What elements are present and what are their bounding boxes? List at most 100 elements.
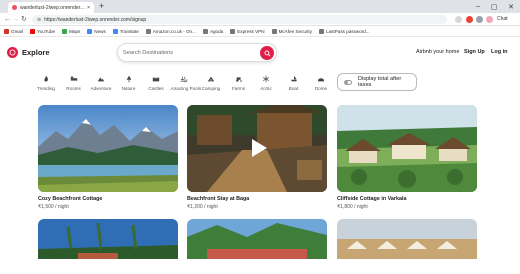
compass-logo-icon[interactable] [7, 47, 18, 58]
listing-photo[interactable] [337, 105, 477, 192]
bookmark-favicon-icon [271, 28, 277, 34]
profile-avatar[interactable] [486, 16, 493, 23]
listing-photo[interactable] [38, 219, 178, 259]
bookmark-label: Maps [69, 28, 81, 34]
bookmark-item[interactable]: LastPass password... [319, 28, 370, 34]
category-label: Arctic [260, 86, 272, 91]
video-play-icon[interactable] [247, 137, 269, 159]
bed-icon [70, 76, 77, 81]
bookmark-label: LastPass password... [326, 28, 370, 34]
pool-icon [180, 76, 187, 83]
minimize-icon[interactable]: – [470, 0, 486, 13]
bookmark-favicon-icon [4, 28, 9, 34]
bookmark-item[interactable]: News [87, 28, 106, 34]
category-amazing-pools[interactable]: Amazing Pools [171, 73, 201, 91]
listing-photo[interactable] [38, 105, 178, 192]
listing-title[interactable]: Cozy Beachfront Cottage [38, 196, 178, 202]
extensions-puzzle-icon[interactable] [476, 16, 483, 23]
url-field[interactable]: ⊜ https://wanderlust-2iwep.onrender.com/… [32, 15, 447, 24]
tent-icon [207, 76, 215, 82]
back-icon[interactable]: ← [4, 15, 11, 24]
tab-close-icon[interactable]: × [87, 5, 90, 11]
category-adventure[interactable]: Adventure [88, 73, 114, 91]
category-label: Trending [37, 86, 55, 91]
airbnb-your-home-link[interactable]: Airbnb your home [416, 49, 459, 55]
listing-photo[interactable] [337, 219, 477, 259]
search-button[interactable] [260, 46, 274, 60]
signup-link[interactable]: Sign Up [464, 49, 485, 55]
login-link[interactable]: Log in [491, 49, 508, 55]
category-dome[interactable]: Dome [308, 73, 334, 91]
bookmark-favicon-icon [145, 28, 151, 34]
category-trending[interactable]: Trending [33, 73, 59, 91]
new-tab-button[interactable]: + [99, 1, 104, 12]
reload-icon[interactable]: ↻ [21, 15, 27, 24]
tab-title: wanderlust-2iwep.onrender.com [20, 4, 86, 11]
extension-icon[interactable] [466, 16, 473, 23]
tax-toggle-button[interactable]: Display total after taxes [337, 73, 417, 91]
bookmark-star-icon[interactable] [455, 16, 462, 23]
bookmark-label: Gmail [11, 28, 23, 34]
category-filters: Trending Rooms Adventure Nature Castles Amazi… [0, 73, 520, 95]
bookmark-item[interactable]: Maps [62, 28, 81, 34]
bookmark-label: Agoda [209, 28, 224, 34]
listing-photo[interactable] [187, 105, 327, 192]
bookmark-item[interactable]: Gmail [4, 28, 23, 34]
bookmark-favicon-icon [112, 28, 118, 34]
listing-title[interactable]: Cliffside Cottage in Varkala [337, 196, 477, 202]
maximize-icon[interactable]: ▢ [486, 0, 502, 13]
bookmark-favicon-icon [62, 28, 68, 34]
profile-label[interactable]: Chat [497, 16, 508, 22]
bookmark-favicon-icon [202, 28, 208, 34]
bookmark-label: Amazon.co.uk - On... [152, 28, 196, 34]
tax-toggle-label: Display total after taxes [357, 76, 402, 88]
tax-toggle-switch[interactable] [344, 79, 352, 85]
listing-price: ₹1,500 / night [38, 204, 69, 210]
category-boat[interactable]: Boat [281, 73, 307, 91]
tree-icon [126, 75, 131, 83]
listing-title[interactable]: Beachfront Stay at Baga [187, 196, 327, 202]
listing-card[interactable]: Cliffside Cottage in Varkala ₹1,800 / ni… [337, 105, 477, 210]
category-camping[interactable]: Camping [198, 73, 224, 91]
bookmark-label: Translate [119, 28, 139, 34]
category-castles[interactable]: Castles [143, 73, 169, 91]
listing-price: ₹1,200 / night [187, 204, 218, 210]
bookmarks-bar: Gmail YouTube Maps News Translate Amazon.co.u… [0, 26, 520, 37]
listing-card[interactable]: Beachfront Stay at Baga ₹1,200 / night [187, 105, 327, 210]
bookmark-item[interactable]: YouTube [30, 28, 55, 34]
snowflake-icon [263, 75, 269, 83]
category-label: Camping [201, 86, 221, 91]
category-arctic[interactable]: Arctic [253, 73, 279, 91]
bookmark-favicon-icon [87, 28, 93, 34]
bookmark-favicon-icon [30, 28, 35, 34]
site-info-icon[interactable]: ⊜ [37, 17, 41, 23]
bookmark-favicon-icon [230, 28, 236, 34]
boat-icon [290, 75, 297, 82]
url-text: https://wanderlust-2iwep.onrender.com/si… [44, 16, 147, 23]
category-label: Dome [314, 86, 328, 91]
listing-photo[interactable] [187, 219, 327, 259]
search-input[interactable] [123, 47, 259, 59]
forward-icon[interactable]: → [12, 15, 19, 24]
close-window-icon[interactable]: ✕ [503, 0, 519, 13]
category-rooms[interactable]: Rooms [61, 73, 87, 91]
brand-link[interactable]: Explore [22, 48, 50, 57]
bookmark-label: News [94, 28, 106, 34]
bookmark-item[interactable]: Express VPN [230, 28, 265, 34]
bookmark-item[interactable]: Amazon.co.uk - On... [145, 28, 196, 34]
category-farms[interactable]: Farms [226, 73, 252, 91]
dome-icon [317, 78, 325, 82]
bookmark-label: Express VPN [237, 28, 265, 34]
listing-price: ₹1,800 / night [337, 204, 368, 210]
category-label: Boat [288, 86, 299, 91]
listing-card[interactable]: Cozy Beachfront Cottage ₹1,500 / night [38, 105, 178, 210]
bookmark-item[interactable]: McAfee Security [271, 28, 312, 34]
site-header: Explore Airbnb your home Sign Up Log in [0, 37, 520, 69]
tractor-icon [235, 77, 242, 82]
search-icon [264, 50, 270, 56]
browser-tab[interactable]: wanderlust-2iwep.onrender.com × [8, 2, 94, 13]
bookmark-item[interactable]: Agoda [202, 28, 224, 34]
mountain-icon [97, 77, 105, 82]
category-nature[interactable]: Nature [116, 73, 142, 91]
bookmark-item[interactable]: Translate [112, 28, 139, 34]
